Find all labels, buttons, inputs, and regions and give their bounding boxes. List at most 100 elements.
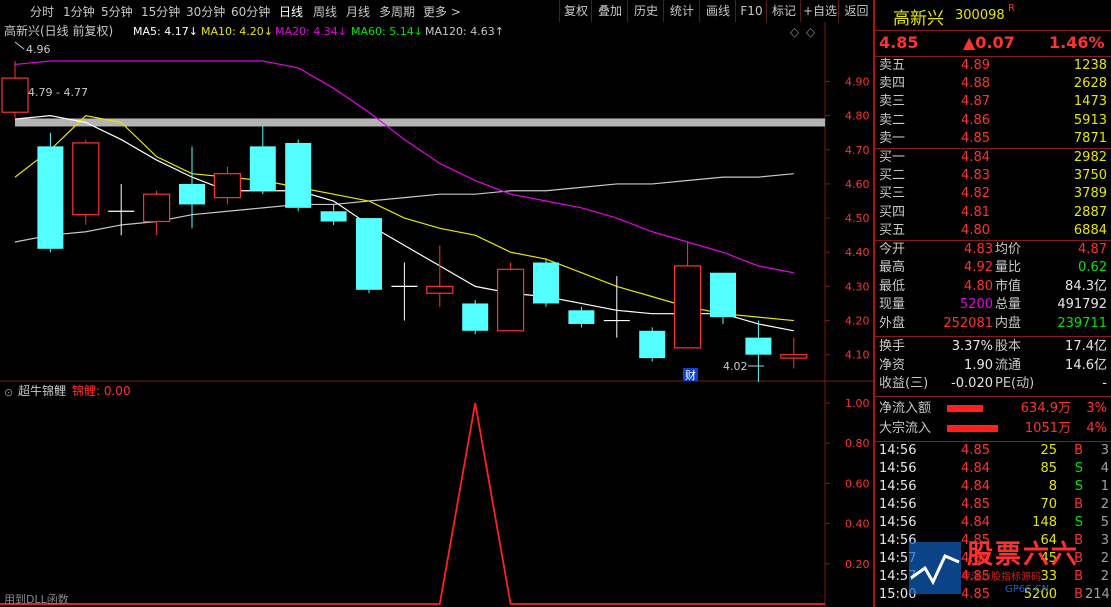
bid-label: 买一 [879, 150, 906, 165]
bid-volume: 2982 [1073, 150, 1107, 165]
tick-volume: 85 [1040, 461, 1057, 476]
candle[interactable] [356, 218, 382, 294]
chart-settings-icon[interactable]: ◇ [806, 25, 816, 39]
ask-label: 卖三 [879, 94, 906, 110]
tick-count: 4 [1100, 461, 1109, 476]
stock-name: 高新兴 [893, 9, 944, 29]
toolbar-action-7[interactable]: +自选 [800, 0, 839, 22]
toolbar-action-1[interactable]: 叠加 [591, 0, 628, 22]
flow-pct: 4% [1086, 421, 1107, 436]
period-tab-5[interactable]: 60分钟 [231, 3, 270, 20]
ask-label: 卖一 [879, 130, 906, 146]
stat-value: 4.80 [964, 278, 993, 294]
stat-value: 491792 [1057, 297, 1107, 313]
ask-volume: 7871 [1073, 130, 1107, 146]
fund-label: 换手 [879, 339, 906, 354]
indicator-y-tick-label: 0.40 [845, 518, 870, 531]
stat-label: 最高 [879, 260, 906, 276]
y-tick-label: 4.20 [845, 315, 870, 328]
flow-value: 1051万 [1024, 421, 1071, 436]
watermark-logo-icon [909, 542, 961, 594]
finance-badge[interactable]: 财 [685, 368, 696, 382]
tick-count: 1 [1100, 479, 1109, 494]
ask-label: 卖二 [879, 112, 906, 128]
y-tick-label: 4.70 [845, 144, 870, 157]
tick-time: 14:56 [879, 479, 917, 494]
diamond-icon[interactable]: ◇ [790, 25, 800, 39]
high-marker: 4.96 [26, 43, 51, 56]
period-tab-0[interactable]: 分时 [30, 3, 54, 20]
stock-code: 300098 [955, 8, 1005, 23]
ask-row: 卖五 4.89 1238 [875, 57, 1111, 75]
flow-label: 净流入额 [879, 401, 932, 416]
tick-price: 4.84 [961, 461, 990, 476]
ask-price: 4.86 [961, 112, 990, 128]
y-tick-label: 4.10 [845, 349, 870, 362]
chart-bg [0, 22, 873, 382]
tick-price: 4.85 [961, 497, 990, 512]
stats-row: 外盘 252081 内盘 239711 [875, 315, 1111, 333]
period-tab-10[interactable]: 更多 > [423, 3, 461, 20]
candle[interactable] [533, 259, 559, 307]
quote-panel: 高新兴 300098 R 4.85 ▲0.07 1.46% 卖五 4.89 1238… [873, 0, 1111, 607]
candle[interactable] [462, 300, 489, 335]
candle[interactable] [285, 139, 312, 212]
watermark-sub: 专注炒股指标源码 [961, 572, 1041, 583]
bid-price: 4.82 [961, 186, 990, 202]
candle[interactable] [72, 139, 100, 225]
fund-value: 1.90 [964, 357, 993, 373]
ma-label-4: MA120: 4.63↑ [425, 25, 504, 38]
fund-row: 换手 3.37% 股本 17.4亿 [875, 338, 1111, 356]
flow-label: 大宗流入 [879, 421, 932, 436]
toolbar-action-2[interactable]: 历史 [627, 0, 664, 22]
toolbar-action-3[interactable]: 统计 [663, 0, 700, 22]
stat-label: 均价 [995, 242, 1022, 257]
period-tab-7[interactable]: 周线 [313, 3, 337, 20]
watermark: 股票六六 专注炒股指标源码 GP66.CN [905, 530, 1111, 606]
last-price: 4.85 [879, 33, 919, 52]
bid-price: 4.81 [961, 204, 990, 220]
stat-value: 4.87 [1078, 242, 1107, 257]
period-tab-1[interactable]: 1分钟 [63, 3, 95, 20]
bid-volume: 3789 [1073, 186, 1107, 202]
indicator-chart[interactable]: ⊙ 超牛锦鲤 锦鲤: 0.00 1.00 0.80 0.60 0.40 0.20 用到DLL函数 [0, 382, 873, 607]
period-tab-3[interactable]: 15分钟 [141, 3, 180, 20]
indicator-y-tick-label: 0.20 [845, 558, 870, 571]
candle[interactable] [639, 327, 666, 362]
bid-volume: 6884 [1073, 222, 1107, 238]
toolbar-action-8[interactable]: 返回 [838, 0, 874, 22]
candle[interactable] [497, 262, 525, 332]
bid-label: 买三 [879, 186, 906, 202]
stat-value: 4.92 [964, 260, 993, 276]
y-tick-label: 4.90 [845, 75, 870, 88]
y-tick-label: 4.50 [845, 212, 870, 225]
toolbar-action-5[interactable]: F10 [735, 0, 767, 22]
fund-label: 股本 [995, 339, 1022, 354]
period-tab-6[interactable]: 日线 [279, 3, 303, 20]
indicator-footer: 用到DLL函数 [4, 593, 69, 606]
ask-row: 卖一 4.85 7871 [875, 130, 1111, 148]
period-tab-2[interactable]: 5分钟 [101, 3, 133, 20]
bid-volume: 2887 [1073, 204, 1107, 220]
tick-volume: 70 [1040, 497, 1057, 512]
low-marker: 4.02 [723, 360, 748, 373]
candle[interactable] [710, 272, 736, 324]
stat-label: 今开 [879, 242, 906, 257]
candlestick-chart[interactable]: 4.90 4.80 4.70 4.60 4.50 4.40 4.30 4.20 4.10 高新兴(… [0, 22, 873, 382]
ask-label: 卖四 [879, 76, 906, 92]
toolbar-action-0[interactable]: 复权 [559, 0, 592, 22]
y-tick-label: 4.80 [845, 110, 870, 123]
stat-label: 内盘 [995, 315, 1022, 331]
period-tab-9[interactable]: 多周期 [379, 3, 415, 20]
ask-volume: 1238 [1073, 58, 1107, 73]
stat-value: 5200 [959, 297, 993, 313]
toolbar-action-6[interactable]: 标记 [766, 0, 801, 22]
toolbar-action-4[interactable]: 画线 [699, 0, 736, 22]
period-tab-8[interactable]: 月线 [346, 3, 370, 20]
bid-row: 买五 4.80 6884 [875, 222, 1111, 240]
indicator-menu-icon[interactable]: ⊙ [4, 386, 13, 399]
period-tab-4[interactable]: 30分钟 [186, 3, 225, 20]
indicator-title: 超牛锦鲤 [18, 383, 66, 398]
range-marker: 4.79 - 4.77 [28, 86, 88, 99]
candle[interactable] [37, 132, 64, 253]
